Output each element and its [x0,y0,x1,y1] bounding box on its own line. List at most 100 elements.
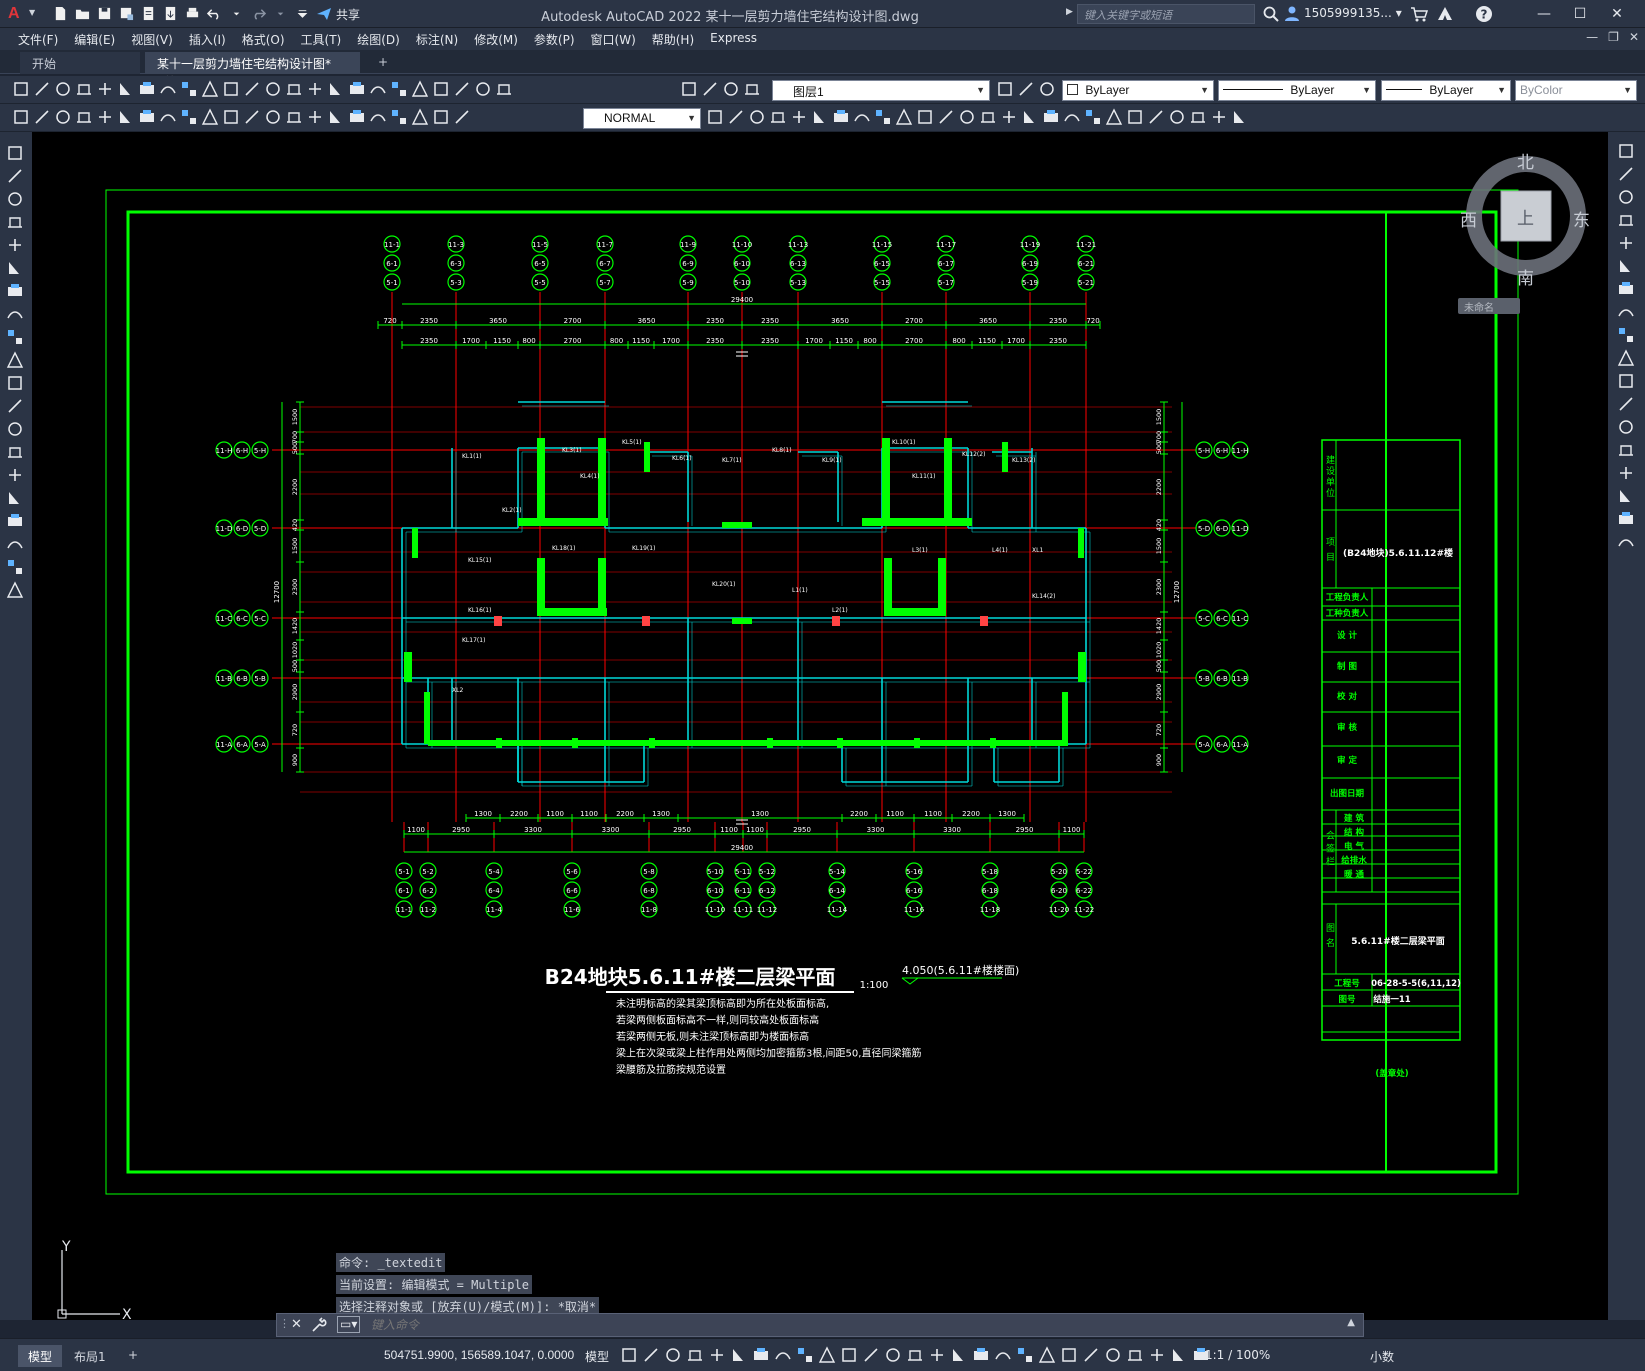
snap-icon[interactable] [642,1346,660,1364]
explode-icon[interactable] [1063,108,1081,126]
zoom-window-icon[interactable] [327,80,345,98]
layer-lock-icon[interactable] [722,80,740,98]
shear-wall[interactable] [990,738,996,748]
rectangle-icon[interactable] [6,236,24,254]
quick-properties-icon[interactable] [1082,1346,1100,1364]
save-as-icon[interactable] [116,3,136,23]
shear-wall[interactable] [598,558,606,614]
grid-icon[interactable] [620,1346,638,1364]
layer-previous-icon[interactable] [1017,80,1035,98]
menu-item[interactable]: Express [702,28,765,50]
shear-wall[interactable] [862,518,972,526]
block-editor-icon[interactable] [222,80,240,98]
quickcalc-icon[interactable] [474,80,492,98]
inspect-icon[interactable] [327,108,345,126]
ordinate-dim-icon[interactable] [75,108,93,126]
dim-break-icon[interactable] [264,108,282,126]
mirror-icon[interactable] [748,108,766,126]
new-icon[interactable] [12,80,30,98]
gradient2-icon[interactable] [6,489,24,507]
blend-icon[interactable] [1042,108,1060,126]
quick-dim-icon[interactable] [180,108,198,126]
break-icon[interactable] [958,108,976,126]
copy-icon[interactable] [159,80,177,98]
rotate-icon[interactable] [832,108,850,126]
rotate2-icon[interactable] [1617,280,1635,298]
circle-icon[interactable] [6,282,24,300]
shear-wall[interactable] [1062,692,1068,744]
menu-item[interactable]: 帮助(H) [644,28,702,50]
insert-block-icon[interactable] [1084,108,1102,126]
tab-drawing[interactable]: 某十一层剪力墙住宅结构设计图* ✕ [145,52,360,86]
match-properties-icon[interactable] [201,80,219,98]
autodesk-connect-icon[interactable] [1436,5,1454,23]
polyline-icon[interactable] [6,190,24,208]
scale2-icon[interactable] [1617,303,1635,321]
dim-text-edit-icon[interactable] [390,108,408,126]
lineweight-icon[interactable] [818,1346,836,1364]
break-at-point-icon[interactable] [937,108,955,126]
join2-icon[interactable] [1617,441,1635,459]
tab-layout1[interactable]: 布局1 [64,1345,116,1367]
annotation-monitor-icon[interactable] [1038,1346,1056,1364]
dynamic-input-icon[interactable] [686,1346,704,1364]
redo-dropdown-icon[interactable] [270,3,290,23]
tolerance-icon[interactable] [285,108,303,126]
save-icon[interactable] [54,80,72,98]
ellipse-arc-icon[interactable] [6,374,24,392]
layer-match-icon[interactable] [996,80,1014,98]
share-button[interactable]: 共享 [310,4,366,24]
layer-isolate-icon[interactable] [1038,80,1056,98]
shear-wall[interactable] [1002,442,1008,472]
extend-icon[interactable] [916,108,934,126]
undo-icon[interactable] [243,80,261,98]
zoom-realtime-icon[interactable] [306,80,324,98]
shear-wall[interactable] [1078,528,1084,558]
hatch-icon[interactable] [1147,108,1165,126]
tool-palettes-icon[interactable] [411,80,429,98]
object-snap-icon[interactable] [796,1346,814,1364]
viewcube[interactable]: 北 南 东 西 上 [1436,140,1590,320]
line-icon[interactable] [6,144,24,162]
app-menu-caret-icon[interactable]: ▼ [29,8,35,17]
undo-dropdown-icon[interactable] [226,3,246,23]
blend2-icon[interactable] [1617,533,1635,551]
array2-icon[interactable] [1617,234,1635,252]
polar-icon[interactable] [730,1346,748,1364]
fillet-icon[interactable] [1021,108,1039,126]
drawing-canvas[interactable]: 11-1 6-1 5-1 11-3 6-3 5-3 11-5 6-5 5-5 11-7 6-7 5-7… [32,132,1608,1320]
selection-cycling-icon[interactable] [862,1346,880,1364]
baseline-dim-icon[interactable] [201,108,219,126]
insert-icon[interactable] [6,397,24,415]
maximize-button[interactable]: ☐ [1566,3,1594,25]
menu-item[interactable]: 编辑(E) [66,28,123,50]
annotation-scale[interactable]: 1:1 / 100% [1205,1348,1270,1362]
linetype-dropdown[interactable]: ByLayer ▼ [1218,80,1376,101]
copy2-icon[interactable] [1617,165,1635,183]
command-input[interactable] [371,1316,1351,1334]
shear-wall[interactable] [412,528,418,558]
redo-icon[interactable] [264,80,282,98]
search-expand-icon[interactable]: ▶ [1066,7,1073,17]
jogged-dim-icon[interactable] [117,108,135,126]
plot-icon[interactable] [75,80,93,98]
stretch2-icon[interactable] [1617,326,1635,344]
doc-minimize-icon[interactable]: — [1586,30,1598,44]
lock-ui-icon[interactable] [1104,1346,1122,1364]
arc-icon[interactable] [6,259,24,277]
viewcube-west[interactable]: 西 [1460,206,1477,231]
region2-icon[interactable] [6,512,24,530]
command-close-icon[interactable]: ✕ [291,1317,302,1332]
break-point2-icon[interactable] [1617,395,1635,413]
object-snap-tracking-icon[interactable] [774,1346,792,1364]
viewcube-named-view[interactable]: 未命名 [1458,298,1520,314]
shear-wall[interactable] [732,618,752,624]
shear-wall[interactable] [537,438,545,524]
text-style-icon[interactable] [453,108,471,126]
plot-preview-icon[interactable] [96,80,114,98]
mirror2-icon[interactable] [1617,188,1635,206]
dim-space-icon[interactable] [243,108,261,126]
make-block2-icon[interactable] [6,420,24,438]
shear-wall[interactable] [537,608,607,616]
aligned-dim-icon[interactable] [33,108,51,126]
